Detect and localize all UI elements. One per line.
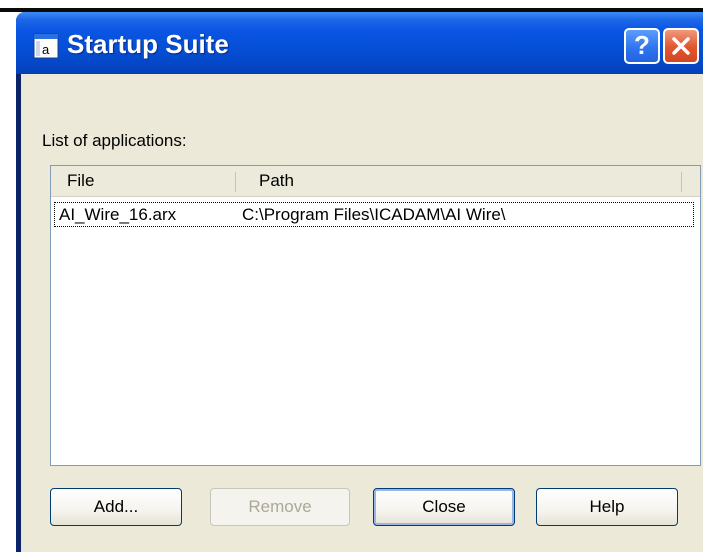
svg-text:a: a — [42, 42, 50, 57]
list-row[interactable]: AI_Wire_16.arx C:\Program Files\ICADAM\A… — [54, 202, 694, 227]
applications-list-label: List of applications: — [42, 131, 187, 150]
column-header-path[interactable]: Path — [259, 166, 294, 196]
close-window-button[interactable] — [663, 28, 699, 64]
column-separator[interactable] — [681, 172, 682, 192]
window-title: Startup Suite — [67, 29, 229, 59]
startup-suite-dialog: a Startup Suite ? List of applications: … — [16, 12, 703, 552]
applications-list[interactable]: File Path AI_Wire_16.arx C:\Program File… — [50, 165, 701, 466]
remove-button[interactable]: Remove — [210, 488, 350, 526]
list-header: File Path — [51, 166, 700, 197]
close-button[interactable]: Close — [373, 488, 515, 526]
add-button[interactable]: Add... — [50, 488, 182, 526]
row-path-cell: C:\Program Files\ICADAM\AI Wire\ — [242, 205, 506, 224]
title-bar[interactable]: a Startup Suite ? — [16, 12, 703, 74]
app-icon: a — [33, 33, 59, 59]
row-file-cell: AI_Wire_16.arx — [59, 205, 177, 224]
help-title-button[interactable]: ? — [624, 28, 660, 64]
help-button[interactable]: Help — [536, 488, 678, 526]
screenshot: a Startup Suite ? List of applications: … — [0, 0, 703, 552]
close-icon — [672, 37, 690, 55]
column-header-file[interactable]: File — [67, 166, 94, 196]
dialog-client-area: List of applications: File Path AI_Wire_… — [21, 74, 703, 552]
column-separator[interactable] — [235, 172, 236, 192]
